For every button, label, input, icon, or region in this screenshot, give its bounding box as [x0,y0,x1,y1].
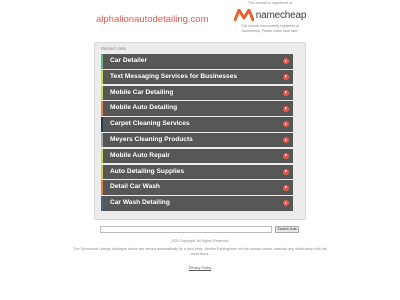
search-row: Search Ads [100,226,300,234]
link-accent-bar [101,85,103,101]
related-link-label: Car Wash Detailing [110,199,170,207]
namecheap-logo[interactable]: namecheap [232,7,308,23]
namecheap-mark-icon [233,9,254,21]
related-link-label: Car Detailer [110,57,148,64]
arrow-right-icon [283,137,289,144]
arrow-right-icon [283,73,289,80]
panel-heading: Related Links [101,46,127,51]
disclaimer-text: The Sponsored Listings displayed above a… [73,247,327,256]
arrow-right-icon [283,168,289,175]
related-link-label: Mobile Auto Detailing [110,104,178,112]
arrow-right-icon [283,105,289,112]
link-accent-bar [101,54,103,69]
registrar-caption: This domain is registered at [247,1,293,5]
link-accent-bar [101,132,103,148]
related-link-label: Auto Detailing Supplies [110,167,184,175]
related-link[interactable]: Detail Car Wash [101,180,293,195]
link-accent-bar [101,180,103,195]
privacy-policy-link[interactable]: Privacy Policy [189,266,211,271]
related-link[interactable]: Text Messaging Services for Businesses [101,69,293,85]
link-accent-bar [101,69,103,85]
link-accent-bar [101,164,103,180]
arrow-right-icon [283,58,289,65]
footer: 2020 Copyright. All Rights Reserved. The… [60,239,340,274]
copyright-text: 2020 Copyright. All Rights Reserved. [170,239,230,243]
link-accent-bar [101,117,103,132]
registrar-note: This domain was recently registered at N… [232,24,308,33]
arrow-right-icon [283,152,289,159]
related-link[interactable]: Mobile Auto Detailing [101,101,293,116]
search-input[interactable] [100,226,272,233]
related-link-label: Text Messaging Services for Businesses [110,72,238,80]
namecheap-wordmark: namecheap [255,9,307,21]
related-link-label: Mobile Car Detailing [110,88,174,96]
related-links-panel: Related Links Car Detailer Text Messaging… [94,42,306,220]
related-link-label: Meyers Cleaning Products [110,135,193,143]
link-accent-bar [101,148,103,164]
registrar-box: This domain is registered at namecheap T… [232,0,308,33]
domain-title[interactable]: alphalionautodetailing.com [96,14,209,25]
arrow-right-icon [283,89,289,96]
related-link[interactable]: Mobile Car Detailing [101,85,293,101]
related-link[interactable]: Mobile Auto Repair [101,148,293,164]
related-links-list: Car Detailer Text Messaging Services for … [101,54,293,212]
registrar-note-line-1: This domain was recently registered at [240,24,300,28]
link-accent-bar [101,101,103,116]
link-accent-bar [101,196,103,211]
related-link[interactable]: Car Wash Detailing [101,196,293,211]
arrow-right-icon [283,184,289,191]
registrar-note-line-2: Namecheap. Please check back later! [241,28,299,33]
related-link[interactable]: Car Detailer [101,54,293,69]
search-ads-button[interactable]: Search Ads [275,226,299,233]
related-link-label: Detail Car Wash [110,183,160,191]
arrow-right-icon [283,121,289,128]
related-link[interactable]: Carpet Cleaning Services [101,117,293,132]
arrow-right-icon [283,200,289,207]
related-link[interactable]: Meyers Cleaning Products [101,132,293,148]
top-bar: alphalionautodetailing.com This domain i… [0,0,400,40]
related-link[interactable]: Auto Detailing Supplies [101,164,293,180]
related-link-label: Carpet Cleaning Services [110,120,190,128]
related-link-label: Mobile Auto Repair [110,151,170,159]
